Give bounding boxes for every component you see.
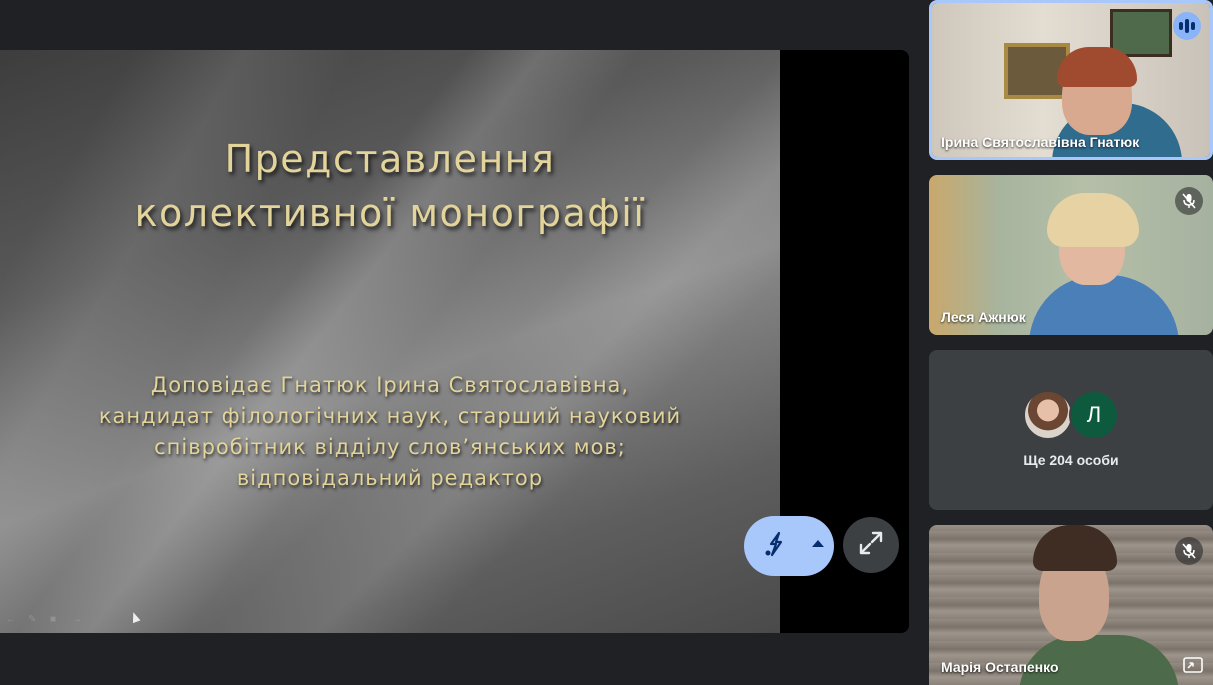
slide-show-toolbar[interactable]: ← ✎ ■ →: [6, 615, 88, 625]
avatar: [1023, 390, 1073, 440]
presentation-slide: Представлення колективної монографії Доп…: [0, 50, 780, 633]
expand-icon: [858, 530, 884, 561]
expand-button[interactable]: [843, 517, 899, 573]
visual-effects-icon: [762, 530, 790, 563]
person-hair: [1033, 525, 1117, 571]
next-slide-icon[interactable]: →: [72, 615, 88, 625]
avatar-stack: Л: [929, 390, 1213, 440]
slide-subtitle-line-4: відповідальний редактор: [236, 466, 544, 490]
participant-name: Ірина Святославівна Гнатюк: [941, 134, 1140, 150]
slide-subtitle-line-2: кандидат філологічних наук, старший наук…: [98, 404, 682, 428]
visual-effects-button[interactable]: [744, 516, 834, 576]
slide-title-line-2: колективної монографії: [134, 191, 646, 235]
more-participants-label: Ще 204 особи: [1023, 452, 1119, 468]
slide-title: Представлення колективної монографії: [0, 132, 780, 240]
picture-in-picture-icon[interactable]: [1181, 655, 1205, 675]
participant-name: Леся Ажнюк: [941, 309, 1026, 325]
participant-tile-1[interactable]: Ірина Святославівна Гнатюк: [929, 0, 1213, 160]
person-hair: [1047, 193, 1139, 247]
chevron-up-icon[interactable]: [812, 540, 824, 547]
participant-tile-2[interactable]: Леся Ажнюк: [929, 175, 1213, 335]
slide-title-line-1: Представлення: [224, 137, 556, 181]
previous-slide-icon[interactable]: ←: [6, 615, 22, 625]
slide-subtitle-line-3: співробітник відділу слов’янських мов;: [154, 435, 626, 459]
slide-subtitle: Доповідає Гнатюк Ірина Святославівна, ка…: [0, 370, 780, 494]
pen-icon[interactable]: ✎: [28, 615, 44, 625]
mic-off-icon: [1175, 537, 1203, 565]
mic-off-icon: [1175, 187, 1203, 215]
more-participants-tile[interactable]: Л Ще 204 особи: [929, 350, 1213, 510]
participant-tile-3[interactable]: Марія Остапенко: [929, 525, 1213, 685]
slide-subtitle-line-1: Доповідає Гнатюк Ірина Святославівна,: [150, 373, 630, 397]
slide-menu-icon[interactable]: ■: [50, 615, 66, 625]
participant-name: Марія Остапенко: [941, 659, 1059, 675]
mouse-cursor: [129, 610, 141, 624]
avatar-letter: Л: [1069, 390, 1119, 440]
audio-level-icon: [1173, 12, 1201, 40]
